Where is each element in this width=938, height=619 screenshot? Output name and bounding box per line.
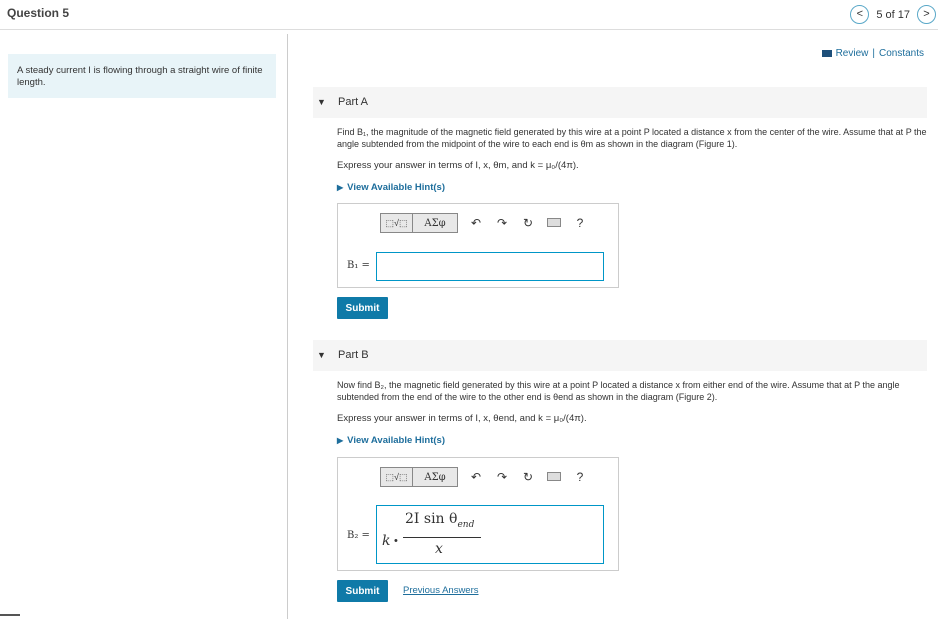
part-b-description: Now find B₂, the magnetic field generate… bbox=[337, 380, 900, 402]
review-separator: | bbox=[872, 48, 875, 59]
part-b-toolbar: ⬚√⬚ ΑΣφ ↶ ↷ ↻ ? bbox=[380, 467, 588, 487]
answer-numerator-main: 2I sin θ bbox=[405, 511, 458, 527]
help-icon[interactable]: ? bbox=[572, 216, 588, 230]
review-constants: Review | Constants bbox=[821, 48, 924, 59]
part-a-toolbar: ⬚√⬚ ΑΣφ ↶ ↷ ↻ ? bbox=[380, 213, 588, 233]
review-icon bbox=[821, 50, 832, 57]
templates-button[interactable]: ⬚√⬚ bbox=[381, 214, 413, 232]
hint-arrow-icon: ▶ bbox=[337, 436, 344, 445]
prev-question-button[interactable]: < bbox=[850, 5, 870, 24]
question-title: Question 5 bbox=[7, 6, 70, 20]
next-question-button[interactable]: > bbox=[917, 5, 936, 24]
collapse-triangle-icon: ▼ bbox=[317, 97, 326, 107]
collapse-triangle-icon: ▼ bbox=[317, 350, 326, 360]
part-b-answer-label: B₂ = bbox=[347, 530, 370, 541]
question-counter: 5 of 17 bbox=[876, 8, 910, 21]
part-b-hint-label: View Available Hint(s) bbox=[347, 435, 445, 446]
answer-numerator: 2I sin θend bbox=[405, 511, 474, 530]
part-a-submit-button[interactable]: Submit bbox=[337, 297, 388, 319]
part-a-express: Express your answer in terms of I, x, θm… bbox=[337, 160, 579, 171]
previous-answers-link[interactable]: Previous Answers bbox=[403, 585, 479, 596]
answer-dot: • bbox=[394, 535, 398, 547]
footer-mark bbox=[0, 614, 20, 616]
keyboard-icon[interactable] bbox=[546, 216, 562, 230]
keyboard-icon[interactable] bbox=[546, 470, 562, 484]
part-a-title: Part A bbox=[338, 96, 368, 108]
answer-k: k bbox=[382, 533, 391, 549]
hint-arrow-icon: ▶ bbox=[337, 183, 344, 192]
part-a-hint-label: View Available Hint(s) bbox=[347, 182, 445, 193]
fraction-bar bbox=[403, 537, 481, 538]
part-a-answer-label: B₁ = bbox=[347, 260, 370, 271]
redo-icon[interactable]: ↷ bbox=[494, 470, 510, 484]
part-a-hint-toggle[interactable]: ▶ View Available Hint(s) bbox=[337, 182, 445, 193]
answer-numerator-sub: end bbox=[457, 519, 475, 530]
top-bar: Question 5 < 5 of 17 > bbox=[0, 0, 938, 30]
part-b-header[interactable]: ▼ Part B bbox=[313, 340, 927, 371]
pane-divider[interactable] bbox=[287, 34, 288, 619]
template-group: ⬚√⬚ ΑΣφ bbox=[380, 213, 458, 233]
part-a-answer-box: ⬚√⬚ ΑΣφ ↶ ↷ ↻ ? B₁ = bbox=[337, 203, 619, 288]
constants-link[interactable]: Constants bbox=[879, 48, 924, 59]
templates-button[interactable]: ⬚√⬚ bbox=[381, 468, 413, 486]
part-a-answer-input[interactable] bbox=[376, 252, 604, 281]
undo-icon[interactable]: ↶ bbox=[468, 216, 484, 230]
reset-icon[interactable]: ↻ bbox=[520, 470, 536, 484]
part-b-hint-toggle[interactable]: ▶ View Available Hint(s) bbox=[337, 435, 445, 446]
part-b-submit-button[interactable]: Submit bbox=[337, 580, 388, 602]
template-group: ⬚√⬚ ΑΣφ bbox=[380, 467, 458, 487]
part-b-express: Express your answer in terms of I, x, θe… bbox=[337, 413, 587, 424]
problem-statement: A steady current I is flowing through a … bbox=[8, 54, 276, 98]
help-icon[interactable]: ? bbox=[572, 470, 588, 484]
undo-icon[interactable]: ↶ bbox=[468, 470, 484, 484]
redo-icon[interactable]: ↷ bbox=[494, 216, 510, 230]
symbols-button[interactable]: ΑΣφ bbox=[413, 214, 457, 232]
question-nav: < 5 of 17 > bbox=[850, 5, 936, 24]
part-a-header[interactable]: ▼ Part A bbox=[313, 87, 927, 118]
review-link[interactable]: Review bbox=[836, 48, 869, 59]
symbols-button[interactable]: ΑΣφ bbox=[413, 468, 457, 486]
answer-denominator: x bbox=[435, 541, 443, 557]
part-b-answer-box: ⬚√⬚ ΑΣφ ↶ ↷ ↻ ? B₂ = k • 2I sin θend x bbox=[337, 457, 619, 571]
part-b-answer-input[interactable]: k • 2I sin θend x bbox=[376, 505, 604, 564]
reset-icon[interactable]: ↻ bbox=[520, 216, 536, 230]
part-b-title: Part B bbox=[338, 349, 369, 361]
part-a-description: Find B₁, the magnitude of the magnetic f… bbox=[337, 127, 927, 149]
